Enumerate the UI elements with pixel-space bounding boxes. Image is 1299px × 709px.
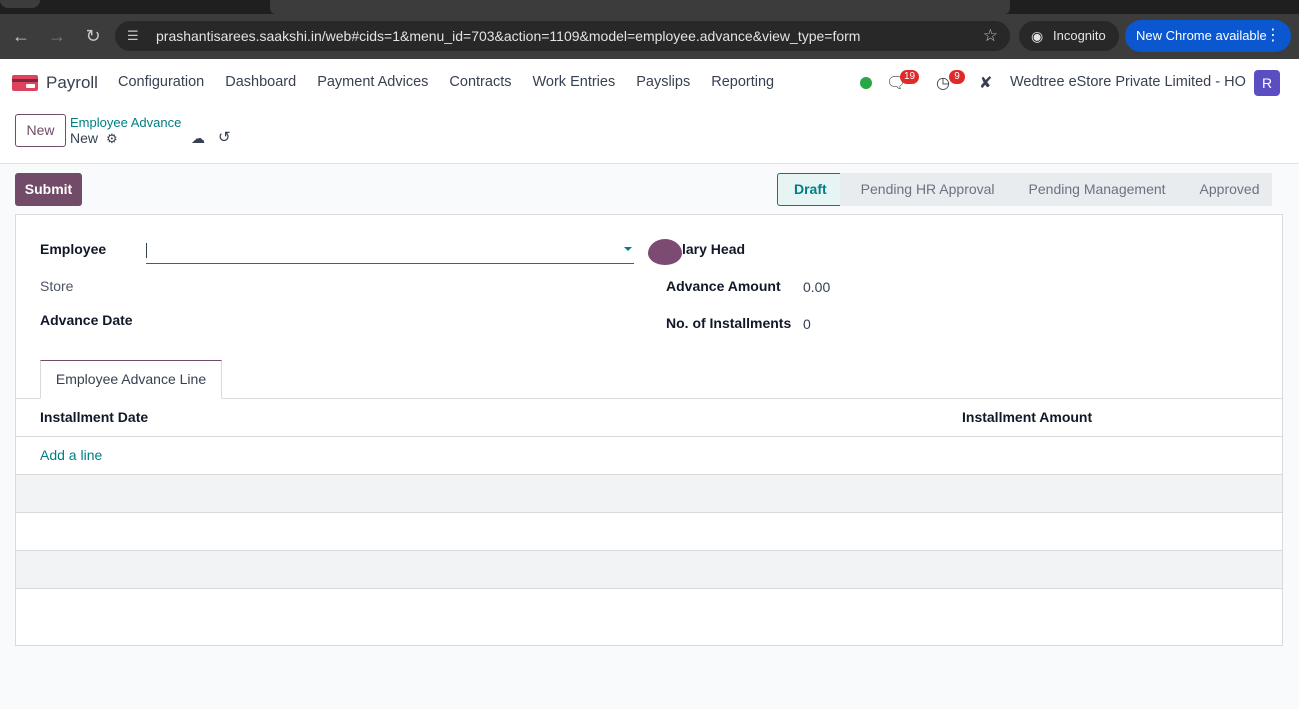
table-row (16, 513, 1282, 551)
stage-pending-hr[interactable]: Pending HR Approval (839, 173, 1008, 206)
bookmark-star-icon[interactable]: ☆ (983, 26, 998, 46)
debug-tools-icon[interactable]: ✘ (979, 73, 992, 93)
status-bar: Draft Pending HR Approval Pending Manage… (777, 173, 1273, 206)
site-info-icon[interactable]: ☰ (127, 28, 143, 44)
activities-badge: 9 (949, 70, 965, 84)
presence-status-icon[interactable] (860, 77, 872, 89)
col-installment-date[interactable]: Installment Date (40, 409, 148, 425)
browser-tab[interactable] (0, 0, 40, 8)
user-avatar[interactable]: R (1254, 70, 1280, 96)
advance-amount-field[interactable]: 0.00 (803, 279, 830, 295)
menu-configuration[interactable]: Configuration (118, 74, 204, 90)
store-label: Store (40, 278, 74, 294)
menu-dashboard[interactable]: Dashboard (225, 74, 296, 90)
activities-clock-icon[interactable]: ◷ (936, 73, 950, 93)
back-icon[interactable]: ← (7, 22, 35, 50)
app-name[interactable]: Payroll (46, 73, 98, 93)
installments-field[interactable]: 0 (803, 316, 811, 332)
main-menu: Configuration Dashboard Payment Advices … (118, 74, 795, 90)
messages-badge: 19 (900, 70, 920, 84)
menu-payslips[interactable]: Payslips (636, 74, 690, 90)
stage-pending-management[interactable]: Pending Management (1007, 173, 1179, 206)
incognito-icon: ◉ (1031, 28, 1044, 44)
reload-icon[interactable]: ↻ (79, 22, 107, 50)
table-row (16, 551, 1282, 589)
update-chrome-button[interactable]: New Chrome available ⋮ (1125, 20, 1291, 52)
save-cloud-icon[interactable]: ☁ (191, 130, 205, 147)
company-switcher[interactable]: Wedtree eStore Private Limited - HO (1010, 74, 1246, 90)
submit-button[interactable]: Submit (15, 173, 82, 206)
table-row: Add a line (16, 437, 1282, 475)
address-bar[interactable]: ☰ prashantisarees.saakshi.in/web#cids=1&… (115, 21, 1010, 51)
dropdown-arrow-icon[interactable] (624, 247, 632, 251)
stage-draft[interactable]: Draft (777, 173, 840, 206)
browser-tab-strip (0, 0, 1299, 14)
col-installment-amount[interactable]: Installment Amount (962, 409, 1092, 425)
control-panel: New Employee Advance New ⚙ ☁ ↺ (0, 106, 1299, 164)
form-sheet: Employee Store Advance Date lary Head Ad… (15, 214, 1283, 646)
menu-contracts[interactable]: Contracts (449, 74, 511, 90)
text-caret (146, 243, 147, 258)
incognito-label: Incognito (1053, 28, 1106, 43)
menu-payment-advices[interactable]: Payment Advices (317, 74, 428, 90)
browser-tab-active[interactable] (270, 0, 1010, 14)
forward-icon[interactable]: → (43, 22, 71, 50)
installments-label: No. of Installments (666, 315, 792, 331)
menu-work-entries[interactable]: Work Entries (532, 74, 615, 90)
new-record-button[interactable]: New (15, 114, 66, 147)
gear-icon[interactable]: ⚙ (106, 131, 118, 147)
advance-amount-label: Advance Amount (666, 278, 781, 294)
browser-toolbar: ← → ↻ ☰ prashantisarees.saakshi.in/web#c… (0, 14, 1299, 59)
add-line-link[interactable]: Add a line (40, 447, 102, 463)
advance-date-label: Advance Date (40, 312, 133, 328)
update-chrome-label: New Chrome available (1136, 28, 1267, 43)
discard-icon[interactable]: ↺ (218, 128, 231, 146)
url-text[interactable]: prashantisarees.saakshi.in/web#cids=1&me… (156, 28, 860, 44)
table-row (16, 475, 1282, 513)
payroll-app-icon[interactable] (12, 75, 38, 91)
tab-employee-advance-line[interactable]: Employee Advance Line (40, 360, 222, 399)
lines-table-header: Installment Date Installment Amount (16, 399, 1282, 437)
menu-reporting[interactable]: Reporting (711, 74, 774, 90)
stage-approved[interactable]: Approved (1178, 173, 1273, 206)
mouse-cursor-highlight (648, 239, 682, 265)
salary-head-label: lary Head (682, 241, 746, 257)
employee-field[interactable] (146, 239, 634, 264)
breadcrumb-parent[interactable]: Employee Advance (70, 115, 181, 130)
more-menu-icon[interactable]: ⋮ (1265, 20, 1281, 52)
employee-label: Employee (40, 241, 107, 257)
incognito-indicator[interactable]: ◉ Incognito (1019, 21, 1119, 51)
app-navbar: Payroll Configuration Dashboard Payment … (0, 59, 1299, 106)
breadcrumb-current: New (70, 130, 99, 146)
